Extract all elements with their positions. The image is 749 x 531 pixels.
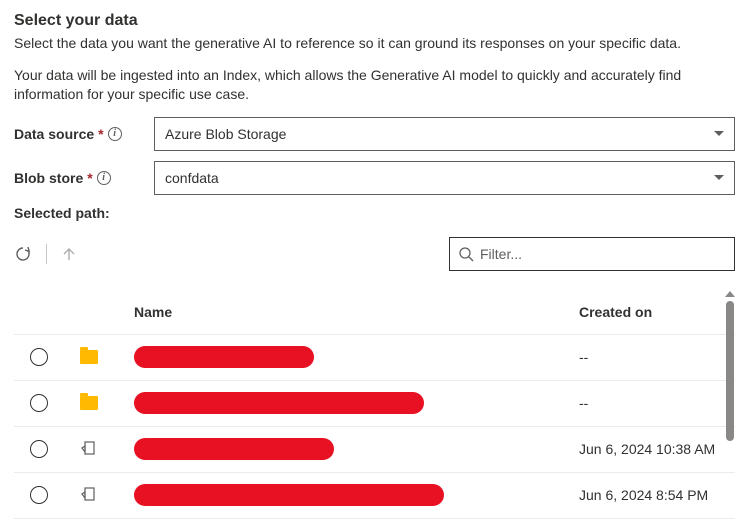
scrollbar-thumb[interactable] (726, 301, 734, 441)
redacted-name (134, 392, 424, 414)
data-source-select[interactable]: Azure Blob Storage (154, 117, 735, 151)
folder-icon (80, 350, 98, 364)
redacted-name (134, 484, 444, 506)
row-radio[interactable] (30, 348, 48, 366)
row-radio[interactable] (30, 486, 48, 504)
redacted-name (134, 346, 314, 368)
selected-path-label: Selected path: (14, 205, 735, 221)
blob-store-row: Blob store * i confdata (14, 161, 735, 195)
created-cell: Jun 6, 2024 8:54 PM (579, 487, 719, 503)
col-name-header[interactable]: Name (114, 304, 579, 320)
refresh-icon (14, 245, 32, 263)
created-cell: Jun 6, 2024 10:38 AM (579, 441, 719, 457)
table-row[interactable]: -- (14, 335, 735, 381)
file-icon (64, 486, 114, 504)
page-title: Select your data (14, 12, 735, 30)
created-cell: -- (579, 349, 719, 365)
blob-store-select[interactable]: confdata (154, 161, 735, 195)
chevron-down-icon (714, 131, 724, 136)
table-row[interactable]: -- (14, 381, 735, 427)
info-icon[interactable]: i (97, 171, 111, 185)
file-table: Name Created on -- -- Jun 6, 2024 10:38 … (14, 291, 735, 519)
toolbar-divider (46, 244, 47, 264)
row-radio[interactable] (30, 394, 48, 412)
file-icon (64, 440, 114, 458)
search-icon (458, 246, 474, 262)
info-icon[interactable]: i (108, 127, 122, 141)
filter-box[interactable] (449, 237, 735, 271)
created-cell: -- (579, 395, 719, 411)
data-source-row: Data source * i Azure Blob Storage (14, 117, 735, 151)
scrollbar[interactable] (725, 291, 735, 519)
col-created-header[interactable]: Created on (579, 304, 719, 320)
blob-store-label: Blob store * i (14, 170, 154, 186)
required-asterisk: * (98, 126, 103, 142)
toolbar (14, 237, 735, 271)
table-row[interactable]: Jun 6, 2024 10:38 AM (14, 427, 735, 473)
filter-input[interactable] (480, 246, 726, 262)
redacted-name (134, 438, 334, 460)
blob-store-value: confdata (165, 170, 219, 186)
folder-icon (80, 396, 98, 410)
row-radio[interactable] (30, 440, 48, 458)
table-row[interactable]: Jun 6, 2024 8:54 PM (14, 473, 735, 519)
refresh-button[interactable] (14, 245, 32, 263)
up-button[interactable] (61, 246, 77, 262)
table-header: Name Created on (14, 291, 735, 335)
required-asterisk: * (87, 170, 92, 186)
page-desc-1: Select the data you want the generative … (14, 34, 735, 54)
page-desc-2: Your data will be ingested into an Index… (14, 66, 735, 105)
data-source-label: Data source * i (14, 126, 154, 142)
scroll-up-icon (725, 291, 735, 297)
chevron-down-icon (714, 175, 724, 180)
data-source-value: Azure Blob Storage (165, 126, 286, 142)
arrow-up-icon (61, 246, 77, 262)
